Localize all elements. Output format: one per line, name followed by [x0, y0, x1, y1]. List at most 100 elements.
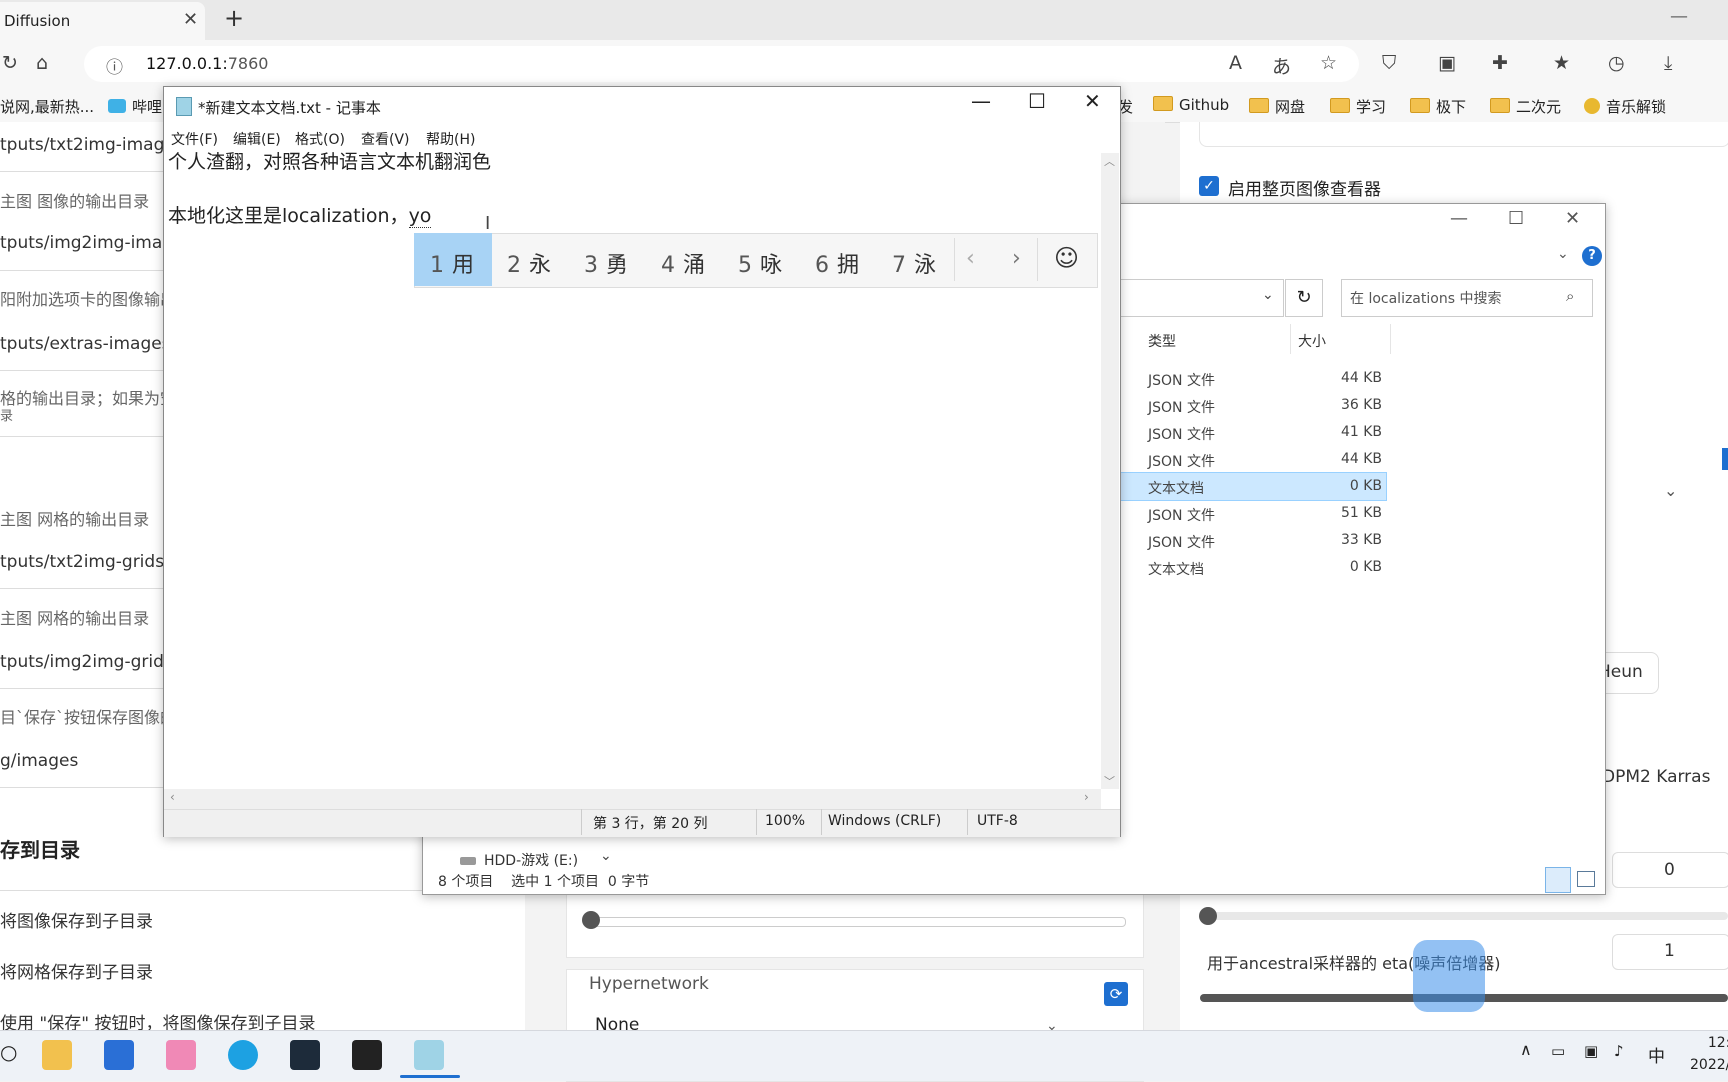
details-view-icon[interactable] — [1545, 867, 1571, 893]
close-icon[interactable]: ✕ — [1084, 89, 1101, 113]
input-box[interactable] — [1199, 122, 1728, 147]
refresh-icon[interactable]: ↻ — [2, 52, 18, 74]
ime-candidate[interactable]: 7泳 — [892, 247, 936, 279]
bilibili-taskbar-icon[interactable] — [166, 1040, 196, 1070]
chevron-up-icon[interactable]: ∧ — [1520, 1040, 1532, 1059]
setting-value[interactable]: tputs/txt2img-imag — [0, 135, 164, 155]
option-save-grids-subdir[interactable]: 将网格保存到子目录 — [0, 958, 153, 983]
minimize-icon[interactable]: — — [1450, 208, 1468, 229]
ime-prev-page-icon[interactable]: ‹ — [966, 246, 975, 271]
date: 2022/10 — [1690, 1057, 1728, 1073]
clock[interactable]: 12:14 2022/10 — [1690, 1032, 1728, 1076]
ime-candidate[interactable]: 2永 — [507, 247, 551, 279]
puzzle-icon[interactable]: ✚ — [1492, 52, 1508, 74]
nav-drive-e[interactable]: HDD-游戏 (E:) — [460, 850, 578, 870]
menu-view[interactable]: 查看(V) — [361, 129, 410, 149]
file-explorer-taskbar-icon[interactable] — [42, 1040, 72, 1070]
scroll-left-icon[interactable]: ‹ — [170, 790, 175, 804]
menu-help[interactable]: 帮助(H) — [426, 129, 475, 149]
shield-icon[interactable]: ⛉ — [1382, 52, 1396, 74]
horizontal-scrollbar[interactable]: ‹ › — [164, 789, 1101, 809]
chevron-down-icon[interactable]: ⌄ — [1262, 287, 1274, 303]
volume-muted-icon[interactable]: ♪ — [1614, 1042, 1624, 1060]
column-header-size[interactable]: 大小 — [1298, 331, 1326, 351]
close-tab-icon[interactable]: ✕ — [183, 9, 198, 30]
ime-candidate[interactable]: 6拥 — [815, 247, 859, 279]
favorites-icon[interactable]: ★ — [1553, 52, 1570, 74]
setting-label: 主图 网格的输出目录 — [0, 510, 150, 529]
bookmark-folder-jixia[interactable]: 极下 — [1410, 96, 1466, 117]
bookmark-item[interactable]: 哔哩 — [108, 96, 162, 117]
new-tab-icon[interactable]: + — [224, 4, 244, 32]
option-save-images-subdir[interactable]: 将图像保存到子目录 — [0, 907, 153, 932]
notepad-window: *新建文本文档.txt - 记事本 — ☐ ✕ 文件(F) 编辑(E) 格式(O… — [163, 86, 1121, 837]
download-icon[interactable]: ⤓ — [1664, 52, 1672, 74]
ime-candidate[interactable]: 1用 — [430, 247, 474, 279]
ime-candidate[interactable]: 4涌 — [661, 247, 705, 279]
setting-value[interactable]: tputs/extras-images — [0, 334, 171, 354]
battery-icon[interactable]: ▭ — [1551, 1042, 1565, 1060]
site-info-icon[interactable]: ⓘ — [106, 53, 123, 78]
store-taskbar-icon[interactable] — [104, 1040, 134, 1070]
drive-icon — [460, 857, 476, 865]
column-header-type[interactable]: 类型 — [1148, 331, 1176, 351]
thumbnail-view-icon[interactable] — [1577, 871, 1595, 887]
translate-icon[interactable]: あ — [1272, 52, 1291, 79]
sampler-dpm2-karras-label[interactable]: DPM2 Karras — [1602, 767, 1710, 787]
bookmark-folder-anime[interactable]: 二次元 — [1490, 96, 1561, 117]
add-favorite-icon[interactable]: ☆ — [1320, 52, 1337, 74]
network-icon[interactable]: ▣ — [1584, 1042, 1598, 1060]
menu-edit[interactable]: 编辑(E) — [233, 129, 281, 149]
maximize-icon[interactable]: ☐ — [1028, 89, 1046, 113]
browser-tab[interactable]: Diffusion ✕ — [0, 2, 205, 40]
bookmark-folder-study[interactable]: 学习 — [1330, 96, 1386, 117]
refresh-icon[interactable]: ↻ — [1285, 279, 1323, 317]
ime-indicator[interactable]: 中 — [1648, 1042, 1665, 1067]
search-icon[interactable]: ○ — [0, 1040, 17, 1064]
setting-value[interactable]: g/images — [0, 751, 78, 771]
minimize-icon[interactable]: — — [1670, 6, 1688, 27]
minimize-icon[interactable]: — — [971, 89, 991, 113]
bookmark-folder-pan[interactable]: 网盘 — [1249, 96, 1305, 117]
scroll-right-icon[interactable]: › — [1084, 790, 1089, 804]
bookmark-music-unlock[interactable]: 音乐解锁 — [1584, 96, 1666, 117]
terminal-taskbar-icon[interactable] — [352, 1040, 382, 1070]
item-count: 8 个项目 — [438, 874, 494, 890]
slider-track[interactable] — [590, 917, 1126, 927]
chevron-down-icon[interactable]: ⌄ — [600, 848, 612, 864]
edge-taskbar-icon[interactable] — [228, 1040, 258, 1070]
notepad-text-area[interactable]: 个人渣翻，对照各种语言文本机翻润色 本地化这里是localization，yo — [168, 149, 491, 230]
vertical-scrollbar[interactable]: ︿ ﹀ — [1101, 153, 1119, 789]
maximize-icon[interactable]: ☐ — [1508, 208, 1524, 229]
slider-thumb[interactable] — [1199, 907, 1217, 925]
setting-value[interactable]: tputs/img2img-grid — [0, 652, 164, 672]
help-icon[interactable]: ? — [1582, 246, 1602, 266]
setting-value[interactable]: tputs/txt2img-grids — [0, 552, 164, 572]
refresh-icon[interactable]: ⟳ — [1104, 982, 1128, 1006]
bookmark-item[interactable]: 说网,最新热... — [0, 96, 94, 117]
emoji-icon[interactable]: ☺ — [1054, 244, 1079, 272]
ime-candidate[interactable]: 3勇 — [584, 247, 628, 279]
scroll-down-icon[interactable]: ﹀ — [1104, 773, 1115, 789]
chevron-down-icon[interactable]: ⌄ — [1557, 246, 1569, 262]
notepad-taskbar-icon[interactable] — [414, 1040, 444, 1070]
menu-file[interactable]: 文件(F) — [171, 129, 218, 149]
ime-candidate[interactable]: 5咏 — [738, 247, 782, 279]
bookmark-folder-github[interactable]: Github — [1153, 96, 1229, 114]
scroll-up-icon[interactable]: ︿ — [1104, 153, 1115, 169]
slider-track[interactable] — [1200, 912, 1728, 920]
ime-next-page-icon[interactable]: › — [1012, 246, 1021, 271]
fullpage-viewer-checkbox[interactable]: ✓ — [1199, 176, 1219, 196]
read-aloud-icon[interactable]: A — [1229, 52, 1242, 74]
setting-value[interactable]: tputs/img2img-ima — [0, 233, 162, 253]
chevron-down-icon[interactable]: ⌄ — [1664, 481, 1677, 500]
close-icon[interactable]: ✕ — [1565, 208, 1580, 229]
address-path[interactable] — [1119, 279, 1284, 317]
slider-thumb[interactable] — [582, 911, 600, 929]
menu-format[interactable]: 格式(O) — [295, 129, 345, 149]
app-taskbar-icon[interactable] — [290, 1040, 320, 1070]
extension-icon[interactable]: ▣ — [1438, 52, 1456, 74]
address-bar[interactable] — [84, 46, 1359, 82]
home-icon[interactable]: ⌂ — [36, 52, 48, 74]
history-icon[interactable]: ◷ — [1608, 52, 1625, 74]
